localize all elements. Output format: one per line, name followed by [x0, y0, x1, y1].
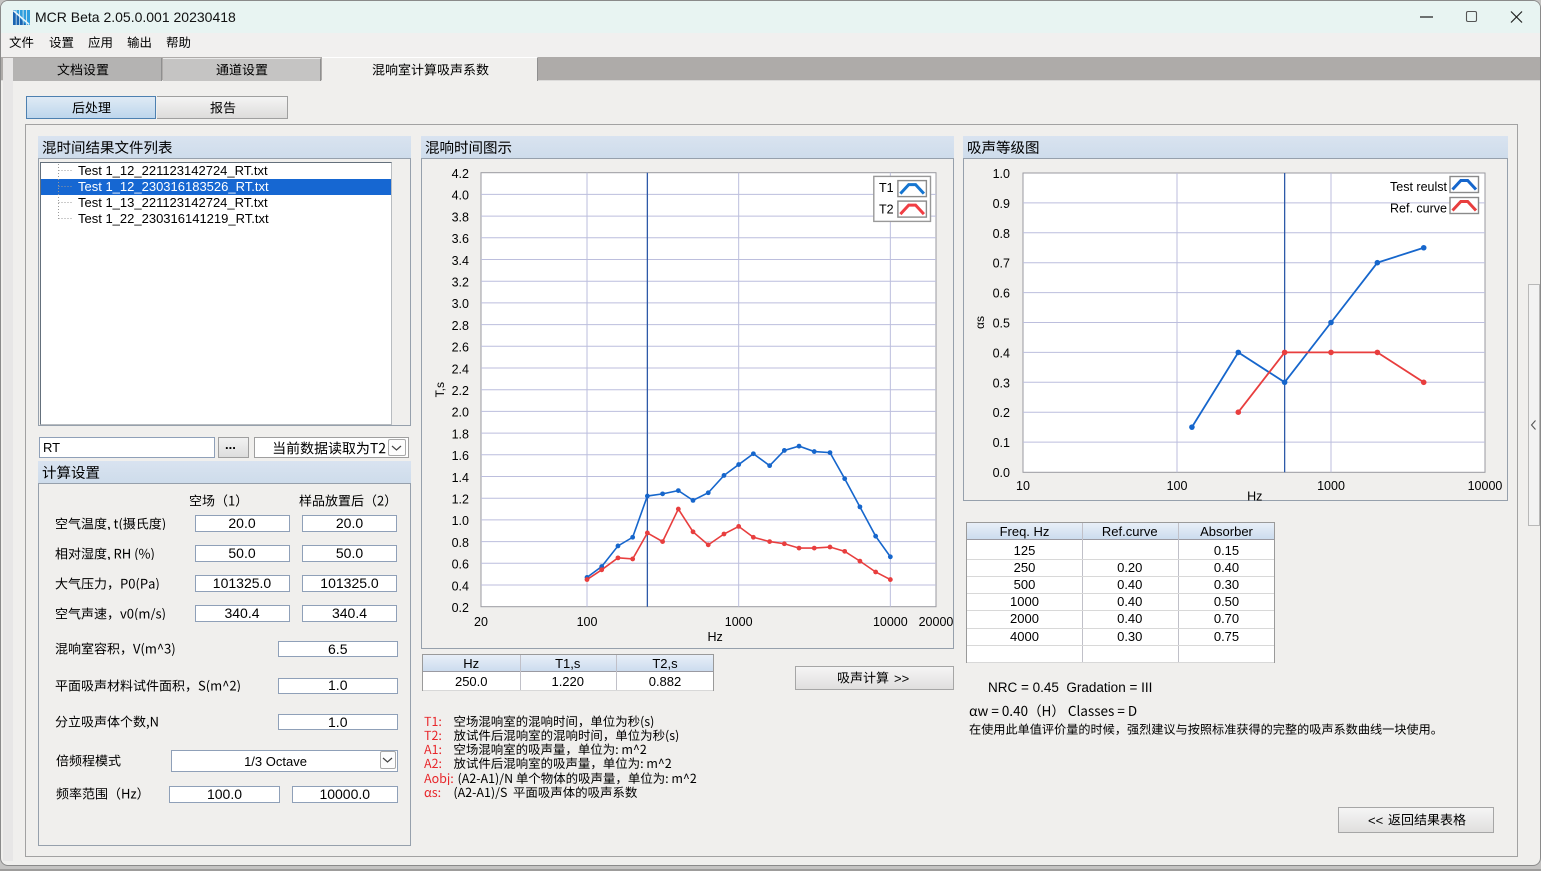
svg-text:3.2: 3.2 [451, 276, 468, 290]
svg-text:1000: 1000 [724, 615, 752, 629]
svg-text:Test reulst: Test reulst [1390, 180, 1447, 194]
svg-text:αs: αs [973, 316, 987, 329]
svg-text:1.0: 1.0 [993, 167, 1010, 181]
svg-text:Ref. curve: Ref. curve [1390, 202, 1447, 216]
svg-text:0.9: 0.9 [993, 197, 1010, 211]
svg-text:0.4: 0.4 [993, 346, 1010, 360]
svg-text:20000: 20000 [918, 615, 953, 629]
svg-text:4.0: 4.0 [451, 189, 468, 203]
svg-text:0.6: 0.6 [451, 558, 468, 572]
svg-text:1000: 1000 [1317, 479, 1345, 493]
svg-text:1.4: 1.4 [451, 471, 468, 485]
svg-text:1.6: 1.6 [451, 449, 468, 463]
svg-text:0.1: 0.1 [993, 436, 1010, 450]
svg-text:3.8: 3.8 [451, 210, 468, 224]
svg-text:2.8: 2.8 [451, 319, 468, 333]
svg-text:3.0: 3.0 [451, 297, 468, 311]
svg-text:20: 20 [474, 615, 488, 629]
svg-text:2.0: 2.0 [451, 406, 468, 420]
svg-text:0.2: 0.2 [451, 601, 468, 615]
svg-text:0.0: 0.0 [993, 466, 1010, 480]
svg-text:10000: 10000 [872, 615, 907, 629]
svg-text:3.6: 3.6 [451, 232, 468, 246]
svg-text:0.5: 0.5 [993, 317, 1010, 331]
svg-text:0.8: 0.8 [451, 536, 468, 550]
svg-text:Hz: Hz [1247, 489, 1262, 501]
svg-text:Hz: Hz [707, 630, 722, 644]
svg-text:0.3: 0.3 [993, 376, 1010, 390]
svg-text:0.6: 0.6 [993, 287, 1010, 301]
svg-text:10000: 10000 [1468, 479, 1503, 493]
svg-text:T1: T1 [879, 181, 894, 195]
svg-text:4.2: 4.2 [451, 167, 468, 181]
svg-text:0.7: 0.7 [993, 257, 1010, 271]
svg-text:2.6: 2.6 [451, 341, 468, 355]
svg-text:T,s: T,s [433, 382, 447, 397]
svg-text:1.2: 1.2 [451, 493, 468, 507]
svg-text:3.4: 3.4 [451, 254, 468, 268]
svg-text:10: 10 [1016, 479, 1030, 493]
svg-text:0.8: 0.8 [993, 227, 1010, 241]
svg-text:2.4: 2.4 [451, 362, 468, 376]
svg-text:1.8: 1.8 [451, 427, 468, 441]
svg-text:1.0: 1.0 [451, 514, 468, 528]
svg-text:100: 100 [1167, 479, 1188, 493]
svg-text:0.2: 0.2 [993, 406, 1010, 420]
svg-text:100: 100 [576, 615, 597, 629]
svg-text:0.4: 0.4 [451, 579, 468, 593]
svg-text:2.2: 2.2 [451, 384, 468, 398]
svg-text:T2: T2 [879, 203, 894, 217]
